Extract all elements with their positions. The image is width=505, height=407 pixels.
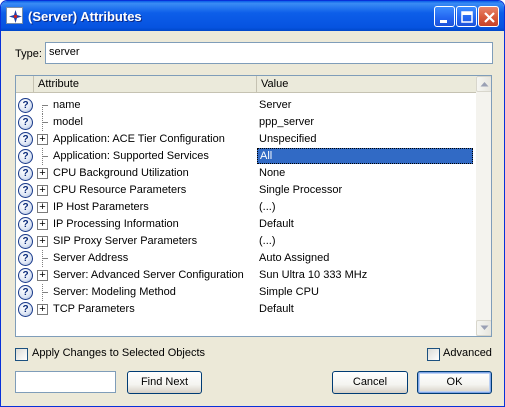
attribute-row[interactable]: ? + IP Host Parameters (...) xyxy=(16,199,476,216)
tree-connector xyxy=(42,105,43,114)
attribute-value[interactable]: ppp_server xyxy=(259,116,314,128)
tree-connector-horizontal xyxy=(42,105,48,106)
attribute-name: name xyxy=(53,99,81,111)
type-label: Type: xyxy=(15,48,42,60)
attribute-name: IP Host Parameters xyxy=(53,201,149,213)
tree-connector-horizontal xyxy=(42,122,48,123)
expand-plus-icon[interactable]: + xyxy=(37,270,48,281)
attribute-row[interactable]: ? + SIP Proxy Server Parameters (...) xyxy=(16,233,476,250)
window-title: (Server) Attributes xyxy=(28,9,142,24)
grid-header: Attribute Value xyxy=(16,76,476,93)
scroll-down-button[interactable] xyxy=(476,320,491,336)
chevron-up-icon xyxy=(480,82,489,87)
attribute-row[interactable]: ? + Server: Advanced Server Configuration S… xyxy=(16,267,476,284)
attribute-value[interactable]: Sun Ultra 10 333 MHz xyxy=(259,269,367,281)
vertical-scrollbar[interactable] xyxy=(476,76,491,336)
attribute-value[interactable]: Single Processor xyxy=(259,184,342,196)
tree-connector-horizontal xyxy=(42,258,48,259)
attribute-value[interactable]: Simple CPU xyxy=(259,286,319,298)
attribute-row[interactable]: ? Server: Modeling Method Simple CPU xyxy=(16,284,476,301)
help-icon[interactable]: ? xyxy=(18,200,33,215)
expand-plus-icon[interactable]: + xyxy=(37,185,48,196)
attribute-name: TCP Parameters xyxy=(53,303,135,315)
ok-button[interactable]: OK xyxy=(417,371,492,394)
expand-plus-icon[interactable]: + xyxy=(37,304,48,315)
attribute-value: All xyxy=(260,150,273,162)
attribute-value[interactable]: None xyxy=(259,167,285,179)
attribute-value[interactable]: Default xyxy=(259,303,294,315)
attribute-row[interactable]: ? + Application: ACE Tier Configuration Uns… xyxy=(16,131,476,148)
chevron-down-icon xyxy=(480,325,489,330)
attribute-name: Server: Modeling Method xyxy=(53,286,176,298)
attribute-name: Server Address xyxy=(53,252,129,264)
advanced-checkbox[interactable] xyxy=(427,348,440,361)
attribute-name: CPU Background Utilization xyxy=(53,167,189,179)
advanced-label[interactable]: Advanced xyxy=(443,347,492,359)
expand-plus-icon[interactable]: + xyxy=(37,236,48,247)
cancel-button[interactable]: Cancel xyxy=(332,371,408,394)
attribute-row[interactable]: ? model ppp_server xyxy=(16,114,476,131)
help-icon[interactable]: ? xyxy=(18,302,33,317)
attribute-row[interactable]: ? + CPU Background Utilization None xyxy=(16,165,476,182)
scroll-up-button[interactable] xyxy=(476,76,491,92)
header-value[interactable]: Value xyxy=(257,76,476,93)
attribute-value[interactable]: Auto Assigned xyxy=(259,252,329,264)
attribute-name: IP Processing Information xyxy=(53,218,179,230)
help-icon[interactable]: ? xyxy=(18,217,33,232)
help-icon[interactable]: ? xyxy=(18,285,33,300)
maximize-button[interactable] xyxy=(456,6,477,27)
apply-changes-label[interactable]: Apply Changes to Selected Objects xyxy=(32,347,205,359)
expand-plus-icon[interactable]: + xyxy=(37,202,48,213)
attribute-row[interactable]: ? Server Address Auto Assigned xyxy=(16,250,476,267)
apply-changes-checkbox[interactable] xyxy=(15,348,28,361)
type-field[interactable]: server xyxy=(45,42,493,64)
find-next-button[interactable]: Find Next xyxy=(127,371,202,394)
attribute-value[interactable]: (...) xyxy=(259,235,276,247)
attribute-name: Application: ACE Tier Configuration xyxy=(53,133,225,145)
attribute-row[interactable]: ? + IP Processing Information Default xyxy=(16,216,476,233)
opnet-star-icon xyxy=(6,7,23,24)
attribute-value[interactable]: Default xyxy=(259,218,294,230)
expand-plus-icon[interactable]: + xyxy=(37,219,48,230)
header-icon-column[interactable] xyxy=(16,76,34,93)
attributes-grid: Attribute Value ? name Server? model ppp_ser… xyxy=(15,75,492,337)
attribute-row[interactable]: ? Application: Supported Services All xyxy=(16,148,476,165)
attribute-name: Application: Supported Services xyxy=(53,150,209,162)
help-icon[interactable]: ? xyxy=(18,98,33,113)
expand-plus-icon[interactable]: + xyxy=(37,134,48,145)
help-icon[interactable]: ? xyxy=(18,251,33,266)
help-icon[interactable]: ? xyxy=(18,268,33,283)
attribute-name: CPU Resource Parameters xyxy=(53,184,187,196)
attribute-row[interactable]: ? + TCP Parameters Default xyxy=(16,301,476,318)
help-icon[interactable]: ? xyxy=(18,166,33,181)
tree-connector-horizontal xyxy=(42,292,48,293)
attribute-value[interactable]: Server xyxy=(259,99,291,111)
title-bar[interactable]: (Server) Attributes xyxy=(1,1,504,31)
close-button[interactable] xyxy=(478,6,499,27)
header-attribute[interactable]: Attribute xyxy=(34,76,257,93)
attribute-value[interactable]: Unspecified xyxy=(259,133,316,145)
help-icon[interactable]: ? xyxy=(18,115,33,130)
attribute-row[interactable]: ? + CPU Resource Parameters Single Processo… xyxy=(16,182,476,199)
attribute-name: SIP Proxy Server Parameters xyxy=(53,235,198,247)
attribute-name: model xyxy=(53,116,83,128)
help-icon[interactable]: ? xyxy=(18,132,33,147)
attributes-dialog: (Server) Attributes Type: server Attribu… xyxy=(0,0,505,407)
minimize-button[interactable] xyxy=(434,6,455,27)
expand-plus-icon[interactable]: + xyxy=(37,168,48,179)
help-icon[interactable]: ? xyxy=(18,183,33,198)
attribute-value-selected[interactable]: All xyxy=(257,148,473,164)
help-icon[interactable]: ? xyxy=(18,149,33,164)
help-icon[interactable]: ? xyxy=(18,234,33,249)
tree-connector-horizontal xyxy=(42,156,48,157)
find-input[interactable] xyxy=(15,371,116,393)
attribute-name: Server: Advanced Server Configuration xyxy=(53,269,244,281)
attribute-row[interactable]: ? name Server xyxy=(16,97,476,114)
attribute-value[interactable]: (...) xyxy=(259,201,276,213)
